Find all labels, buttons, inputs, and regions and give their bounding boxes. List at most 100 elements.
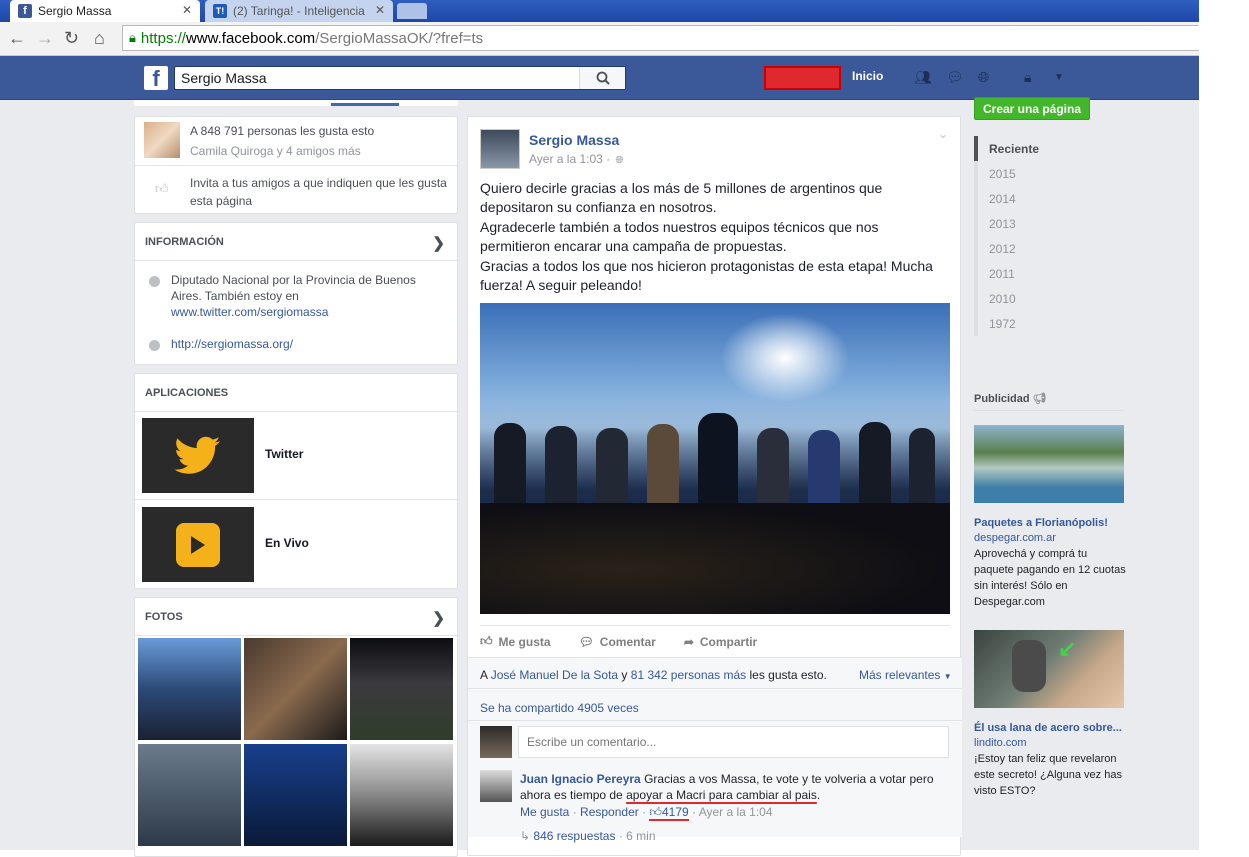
lock-icon: 🔒︎ [129, 30, 136, 45]
new-tab-button[interactable] [397, 3, 427, 19]
account-menu-chevron-icon[interactable]: ▼ [1054, 72, 1072, 88]
info-card: INFORMACIÓN ❯ Diputado Nacional por la P… [134, 222, 458, 365]
timeline-item-year[interactable]: 2014 [974, 186, 1124, 211]
back-arrow-icon[interactable]: ← [8, 28, 26, 49]
search-button[interactable] [579, 67, 625, 89]
replies-row: ↳ 846 respuestas · 6 min [520, 829, 656, 843]
photos-header-label: FOTOS [145, 610, 183, 623]
other-likers-link[interactable]: 81 342 personas más [631, 668, 746, 682]
post-options-chevron-icon[interactable]: ⌄ [938, 127, 948, 141]
public-globe-icon: 🌐︎ [615, 155, 624, 166]
share-label: Compartir [699, 634, 758, 649]
photo-thumbnail[interactable] [244, 744, 347, 846]
post-timestamp[interactable]: Ayer a la 1:03 · [529, 152, 610, 166]
timeline-item-year[interactable]: 2013 [974, 211, 1124, 236]
browser-tab-active[interactable]: f Sergio Massa ✕ [10, 0, 200, 22]
photo-thumbnail[interactable] [138, 744, 241, 846]
likes-suffix: les gusta esto. [746, 668, 827, 682]
comment-input[interactable] [518, 726, 949, 758]
thumbs-up-icon: 👍︎ [480, 634, 493, 648]
home-link[interactable]: Inicio [852, 69, 883, 83]
create-page-button[interactable]: Crear una página [974, 97, 1090, 120]
divider [135, 499, 457, 500]
photo-thumbnail[interactable] [244, 638, 347, 740]
timeline-item-year[interactable]: 2015 [974, 161, 1124, 186]
ad-image[interactable]: ↙ [974, 630, 1124, 708]
friend-requests-icon[interactable]: 👥︎ [914, 69, 932, 85]
timeline-item-year[interactable]: 2011 [974, 261, 1124, 286]
post-text: Quiero decirle gracias a los más de 5 mi… [480, 179, 950, 295]
post-author-name[interactable]: Sergio Massa [529, 132, 619, 148]
divider [974, 410, 1124, 411]
ad-title[interactable]: Él usa lana de acero sobre... [974, 722, 1122, 734]
photo-thumbnail[interactable] [138, 638, 241, 740]
timeline-item-year[interactable]: 2012 [974, 236, 1124, 261]
liker-link[interactable]: José Manuel De la Sota [491, 668, 618, 682]
forward-arrow-icon[interactable]: → [36, 28, 54, 49]
twitter-app-thumbnail[interactable] [142, 418, 254, 493]
website-link[interactable]: http://sergiomassa.org/ [171, 337, 293, 351]
twitter-app-label[interactable]: Twitter [265, 447, 303, 461]
comment-button[interactable]: 💬︎ Comentar [579, 635, 656, 649]
envivo-app-thumbnail[interactable] [142, 507, 254, 582]
chevron-right-icon: ❯ [432, 235, 445, 252]
facebook-logo-icon[interactable]: f [144, 66, 168, 91]
megaphone-icon: 📢︎ [1032, 393, 1047, 405]
timeline-item-recent[interactable]: Reciente [974, 136, 1124, 161]
like-button[interactable]: 👍︎ Me gusta [480, 634, 551, 649]
post-paragraph: Agradecerle también a todos nuestros equ… [480, 218, 879, 255]
comment-reply-link[interactable]: Responder [580, 805, 639, 819]
comment-body: Juan Ignacio Pereyra Gracias a vos Massa… [520, 771, 950, 803]
ad-domain[interactable]: despegar.com.ar [974, 532, 1056, 544]
facebook-favicon-icon: f [18, 4, 32, 18]
friends-avatars [144, 122, 180, 158]
invite-friends-link[interactable]: Invita a tus amigos a que indiquen que l… [190, 174, 455, 210]
envivo-app-label[interactable]: En Vivo [265, 536, 309, 550]
post-paragraph: Quiero decirle gracias a los más de 5 mi… [480, 180, 883, 216]
active-page-tab-indicator [331, 103, 399, 106]
close-tab-icon[interactable]: ✕ [375, 3, 385, 17]
photo-thumbnail[interactable] [350, 744, 453, 846]
comment-text-end: . [816, 788, 821, 802]
divider [468, 720, 962, 721]
photos-header[interactable]: FOTOS ❯ [135, 598, 457, 636]
timeline-item-year[interactable]: 1972 [974, 311, 1124, 336]
browser-tab-bar: f Sergio Massa ✕ T! (2) Taringa! - Intel… [0, 0, 1199, 22]
facebook-search-input[interactable]: Sergio Massa [174, 66, 626, 90]
reload-icon[interactable]: ↻ [64, 28, 79, 49]
commenter-avatar[interactable] [480, 770, 512, 802]
browser-tab[interactable]: T! (2) Taringa! - Inteligencia ✕ [205, 0, 393, 22]
twitter-bird-icon [174, 436, 220, 474]
share-button[interactable]: ➦ Compartir [684, 635, 757, 649]
privacy-lock-icon[interactable]: 🔒︎ [1024, 69, 1042, 85]
post-author-avatar[interactable] [480, 129, 520, 169]
sort-comments-dropdown[interactable]: Más relevantes ▼ [859, 668, 952, 682]
post-photo[interactable] [480, 303, 950, 614]
ad-title[interactable]: Paquetes a Florianópolis! [974, 517, 1108, 529]
comment-highlight: apoyar a Macri para cambiar al pais [626, 788, 817, 802]
applications-header-label: APLICACIONES [145, 386, 229, 399]
notifications-globe-icon[interactable]: 🌐︎ [978, 69, 996, 85]
ad-image[interactable] [974, 425, 1124, 503]
address-bar[interactable]: 🔒︎ https://www.facebook.com/SergioMassaO… [122, 25, 1199, 51]
replies-link[interactable]: 846 respuestas [533, 829, 615, 843]
timeline-item-year[interactable]: 2010 [974, 286, 1124, 311]
comment-timestamp[interactable]: Ayer a la 1:04 [699, 805, 773, 819]
facebook-top-bar: f Sergio Massa Inicio 👥︎ 💬︎ 🌐︎ 🔒︎ ▼ [0, 56, 1199, 100]
commenter-name[interactable]: Juan Ignacio Pereyra [520, 772, 641, 786]
comment-like-link[interactable]: Me gusta [520, 805, 569, 819]
close-tab-icon[interactable]: ✕ [182, 3, 192, 17]
chevron-right-icon: ❯ [432, 610, 445, 627]
ad-domain[interactable]: lindito.com [974, 737, 1027, 749]
dropdown-arrow-icon: ▼ [943, 672, 952, 681]
shares-count-link[interactable]: Se ha compartido 4905 veces [480, 701, 639, 715]
photo-thumbnail[interactable] [350, 638, 453, 740]
page-likes-count: A 848 791 personas les gusta esto [190, 124, 375, 138]
friends-like-text[interactable]: Camila Quiroga y 4 amigos más [190, 144, 361, 158]
twitter-link[interactable]: www.twitter.com/sergiomassa [171, 305, 328, 319]
home-icon[interactable]: ⌂ [94, 28, 105, 49]
messages-icon[interactable]: 💬︎ [946, 69, 964, 85]
comment-like-count[interactable]: 👍︎4179 [649, 805, 689, 821]
applications-header: APLICACIONES [135, 374, 457, 412]
info-header[interactable]: INFORMACIÓN ❯ [135, 223, 457, 261]
